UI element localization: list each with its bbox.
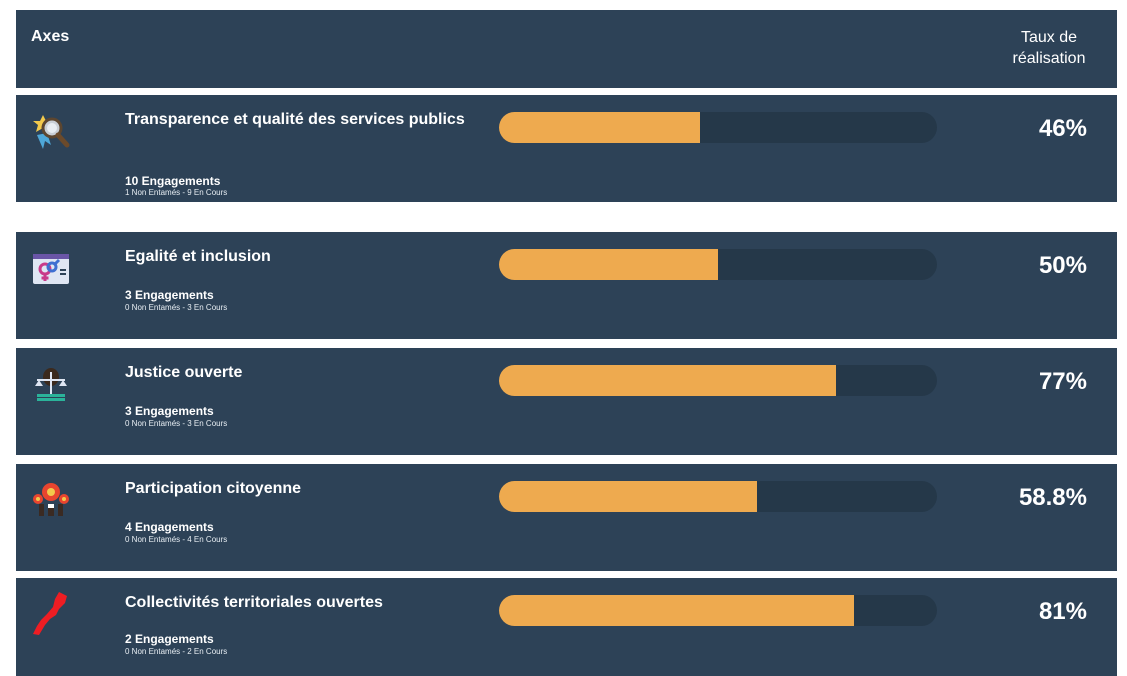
completion-percent: 58.8%	[1018, 484, 1087, 511]
engagements-status: 0 Non Entamés - 2 En Cours	[125, 647, 228, 656]
axis-title: Transparence et qualité des services pub…	[125, 111, 465, 128]
engagements-count: 4 Engagements	[125, 520, 214, 534]
progress-bar-fill	[499, 365, 837, 396]
completion-percent: 81%	[1038, 598, 1087, 625]
axis-title: Justice ouverte	[125, 364, 243, 381]
axes-column-header: Axes	[31, 28, 70, 45]
axis-row-participation[interactable]: Participation citoyenne 4 Engagements 0 …	[16, 464, 1117, 571]
table-header: Axes Taux de réalisation	[16, 10, 1117, 88]
progress-bar-fill	[499, 481, 757, 512]
taux-header-line-1: Taux de	[1020, 29, 1078, 46]
axis-row-justice[interactable]: Justice ouverte 3 Engagements 0 Non Enta…	[16, 348, 1117, 455]
axis-title: Collectivités territoriales ouvertes	[125, 594, 383, 611]
engagements-count: 10 Engagements	[125, 174, 221, 188]
progress-dashboard: Axes Taux de réalisation Transparence et…	[16, 10, 1117, 676]
map-icon	[31, 590, 71, 635]
taux-column-header: Taux de réalisation	[999, 27, 1099, 69]
progress-bar-track	[499, 481, 937, 512]
progress-bar-fill	[499, 112, 701, 143]
progress-bar-fill	[499, 249, 718, 280]
taux-header-line-2: réalisation	[1012, 50, 1086, 67]
justice-scales-icon	[31, 364, 71, 404]
completion-percent: 77%	[1038, 368, 1087, 395]
citizens-icon	[31, 480, 71, 520]
completion-percent: 46%	[1038, 115, 1087, 142]
completion-percent: 50%	[1038, 252, 1087, 279]
engagements-status: 1 Non Entamés - 9 En Cours	[125, 188, 228, 197]
axis-title: Participation citoyenne	[125, 480, 302, 497]
progress-bar-track	[499, 249, 937, 280]
engagements-count: 3 Engagements	[125, 288, 214, 302]
progress-bar-fill	[499, 595, 854, 626]
progress-bar-track	[499, 112, 937, 143]
engagements-status: 0 Non Entamés - 3 En Cours	[125, 419, 228, 428]
gender-equality-icon	[31, 248, 71, 288]
progress-bar-track	[499, 365, 937, 396]
axis-row-collectivites[interactable]: Collectivités territoriales ouvertes 2 E…	[16, 578, 1117, 676]
engagements-count: 3 Engagements	[125, 404, 214, 418]
engagements-count: 2 Engagements	[125, 632, 214, 646]
axis-title: Egalité et inclusion	[125, 248, 271, 265]
progress-bar-track	[499, 595, 937, 626]
engagements-status: 0 Non Entamés - 4 En Cours	[125, 535, 228, 544]
magnifier-icon	[31, 111, 71, 151]
axis-row-transparence[interactable]: Transparence et qualité des services pub…	[16, 95, 1117, 202]
engagements-status: 0 Non Entamés - 3 En Cours	[125, 303, 228, 312]
axis-row-egalite[interactable]: Egalité et inclusion 3 Engagements 0 Non…	[16, 232, 1117, 339]
